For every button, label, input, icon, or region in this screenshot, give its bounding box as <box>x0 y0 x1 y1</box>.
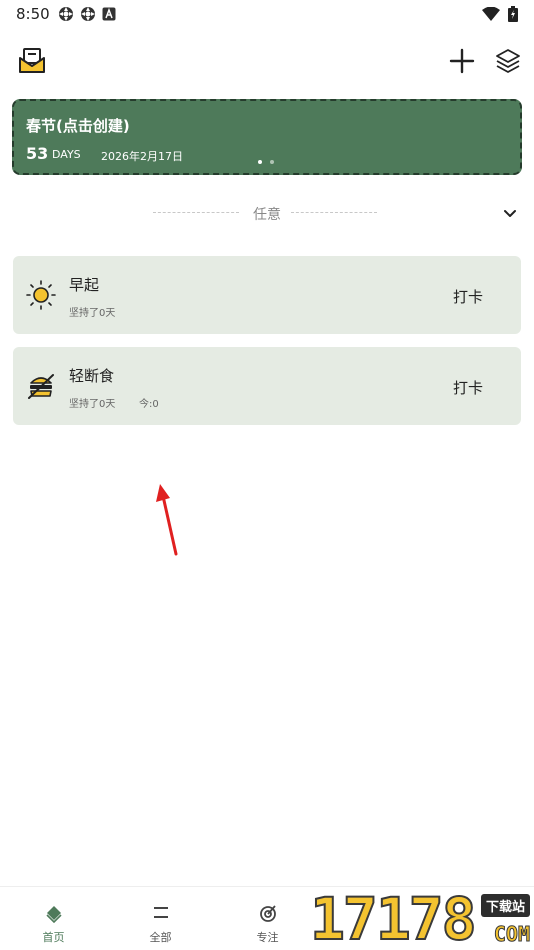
annotation-arrow-icon <box>156 484 178 556</box>
nav-label: 首页 <box>42 931 65 944</box>
banner-date: 2026年2月17日 <box>101 150 183 163</box>
nav-label: 全部 <box>149 931 172 944</box>
habit-today-count: 今:0 <box>139 399 159 410</box>
nav-focus[interactable]: 专注 <box>214 887 321 950</box>
nav-label: 专注 <box>256 931 279 944</box>
checkin-button[interactable]: 打卡 <box>453 377 483 398</box>
page-dot-active <box>258 160 262 164</box>
watermark-tag: 下载站 <box>480 894 530 917</box>
page-dot <box>270 160 274 164</box>
countdown-banner[interactable]: 春节(点击创建) 53 DAYS 2026年2月17日 <box>12 99 522 175</box>
add-icon <box>449 48 475 74</box>
mail-icon <box>19 48 45 73</box>
sun-icon <box>26 280 56 310</box>
banner-days-count: 53 <box>26 144 49 163</box>
chevron-down-icon[interactable] <box>502 205 518 221</box>
checkin-button[interactable]: 打卡 <box>453 286 483 307</box>
habit-streak: 坚持了0天 <box>69 399 116 410</box>
watermark-number: 17178 <box>309 885 478 950</box>
banner-title: 春节(点击创建) <box>26 117 130 135</box>
watermark-suffix: COM <box>493 922 530 947</box>
settings-gear-icon <box>81 7 95 21</box>
wifi-icon <box>482 7 500 21</box>
list-icon <box>154 907 168 918</box>
divider-right <box>291 212 377 213</box>
habit-card[interactable]: 轻断食 坚持了0天 今:0 打卡 <box>13 347 521 425</box>
battery-charging-icon <box>508 6 518 22</box>
home-diamond-icon <box>46 906 62 923</box>
a-letter-box-icon <box>102 7 116 21</box>
add-button[interactable] <box>449 48 475 74</box>
habit-card[interactable]: 早起 坚持了0天 打卡 <box>13 256 521 334</box>
mail-button[interactable] <box>18 48 46 74</box>
settings-gear-icon <box>59 7 73 21</box>
habit-streak: 坚持了0天 <box>69 308 116 319</box>
status-icons-left <box>58 6 116 22</box>
banner-page-indicator <box>258 160 274 164</box>
no-burger-icon <box>28 374 54 399</box>
group-header: 任意 <box>0 200 534 226</box>
status-time: 8:50 <box>16 5 50 23</box>
target-icon <box>260 905 276 922</box>
watermark-logo: 17178 下载站 COM <box>308 885 534 950</box>
status-icons-right <box>482 6 518 22</box>
habit-title: 轻断食 <box>69 367 115 385</box>
layers-icon <box>496 49 520 73</box>
layers-button[interactable] <box>494 47 522 75</box>
status-bar: 8:50 <box>0 0 534 28</box>
habit-title: 早起 <box>69 276 100 294</box>
group-label: 任意 <box>253 207 281 223</box>
nav-home[interactable]: 首页 <box>0 887 107 950</box>
nav-all[interactable]: 全部 <box>107 887 214 950</box>
banner-days-unit: DAYS <box>52 148 81 161</box>
